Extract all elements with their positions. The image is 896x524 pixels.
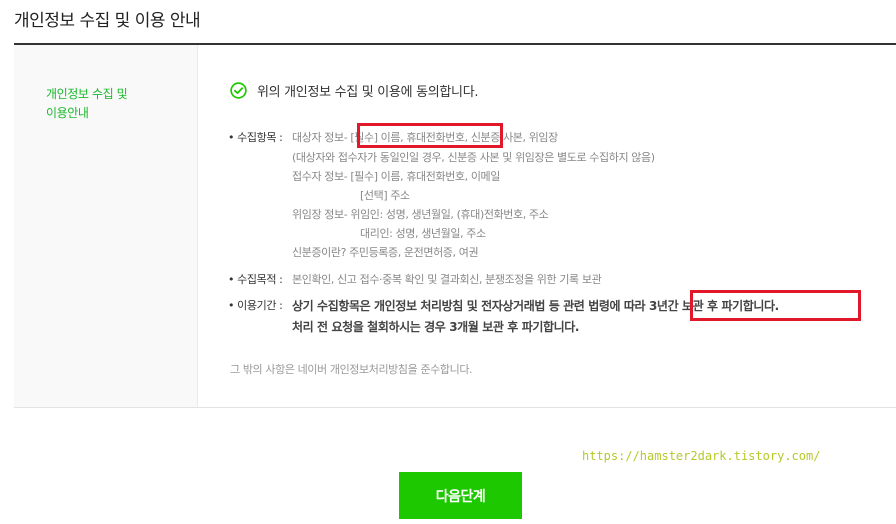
- sidebar-title-line2: 이용안내: [46, 106, 89, 120]
- agreement-text: 위의 개인정보 수집 및 이용에 동의합니다.: [257, 85, 479, 100]
- agreement-row[interactable]: 위의 개인정보 수집 및 이용에 동의합니다.: [230, 81, 479, 100]
- retention-period-highlight: [690, 290, 861, 321]
- collect-items-label: • 수집항목 :: [228, 131, 283, 144]
- collect-item-line: 접수자 정보- [필수] 이름, 휴대전화번호, 이메일: [292, 170, 500, 183]
- next-step-button[interactable]: 다음단계: [399, 472, 522, 519]
- page-title: 개인정보 수집 및 이용 안내: [14, 11, 201, 31]
- purpose-label: • 수집목적 :: [228, 273, 283, 286]
- required-items-highlight: [357, 123, 503, 148]
- purpose-text: 본인확인, 신고 접수·중복 확인 및 결과회신, 분쟁조정을 위한 기록 보관: [292, 273, 602, 286]
- collect-item-line: 위임장 정보- 위임인: 성명, 생년월일, (휴대)전화번호, 주소: [292, 208, 549, 221]
- collect-item-line: (대상자와 접수자가 동일인일 경우, 신분증 사본 및 위임장은 별도로 수집…: [292, 151, 655, 164]
- sidebar-title-line1: 개인정보 수집 및: [46, 87, 128, 101]
- consent-panel: 개인정보 수집 및 이용안내 위의 개인정보 수집 및 이용에 동의합니다. •…: [14, 45, 896, 408]
- watermark: https://hamster2dark.tistory.com/: [582, 449, 821, 463]
- check-circle-icon[interactable]: [230, 82, 247, 99]
- retention-line2: 처리 전 요청을 철회하시는 경우 3개월 보관 후 파기합니다.: [292, 320, 580, 334]
- retention-label: • 이용기간 :: [228, 299, 283, 312]
- footer-note: 그 밖의 사항은 네이버 개인정보처리방침을 준수합니다.: [230, 363, 473, 376]
- collect-item-line: 대리인: 성명, 생년월일, 주소: [360, 227, 486, 240]
- sidebar: 개인정보 수집 및 이용안내: [14, 45, 198, 407]
- collect-item-line: 신분증이란? 주민등록증, 운전면허증, 여권: [292, 246, 479, 259]
- collect-item-line: [선택] 주소: [360, 189, 410, 202]
- sidebar-title: 개인정보 수집 및 이용안내: [46, 85, 176, 123]
